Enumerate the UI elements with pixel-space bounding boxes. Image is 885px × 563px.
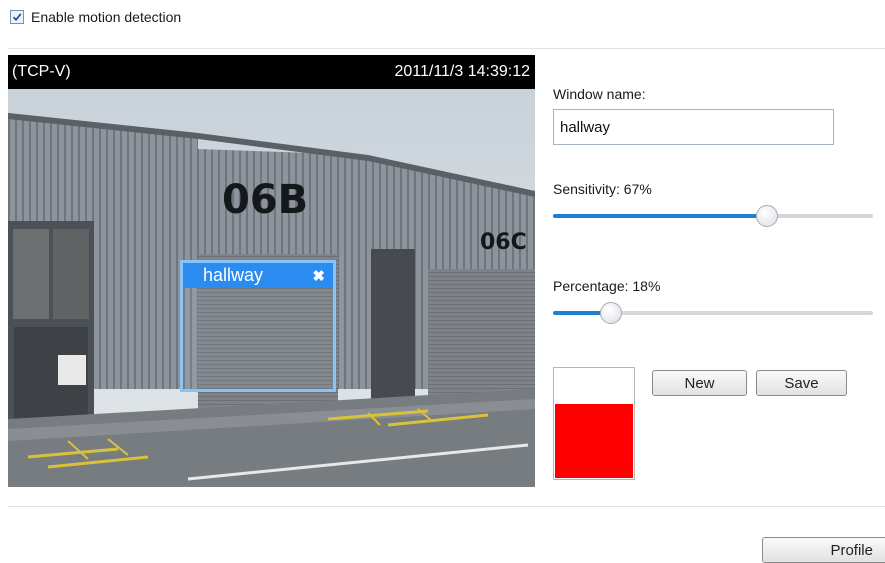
sensitivity-thumb[interactable] [756, 205, 778, 227]
sensitivity-slider[interactable] [553, 205, 873, 227]
new-button[interactable]: New [652, 370, 747, 396]
percentage-slider[interactable] [553, 302, 873, 324]
percentage-thumb[interactable] [600, 302, 622, 324]
svg-text:06C: 06C [480, 230, 527, 255]
motion-window-name: hallway [203, 265, 264, 285]
motion-window-region[interactable]: hallway ✖ [180, 260, 336, 392]
enable-motion-label: Enable motion detection [31, 9, 182, 25]
window-name-label: Window name: [553, 86, 646, 102]
profile-button[interactable]: Profile [762, 537, 885, 563]
window-name-input[interactable] [553, 109, 834, 145]
sensitivity-label: Sensitivity: 67% [553, 181, 652, 197]
motion-window-title-bar[interactable]: hallway ✖ [183, 263, 333, 288]
close-icon[interactable]: ✖ [312, 267, 325, 285]
alert-level-indicator [553, 367, 635, 480]
enable-motion-row: Enable motion detection [10, 9, 181, 25]
save-button[interactable]: Save [756, 370, 847, 396]
svg-text:06B: 06B [222, 177, 308, 223]
sensitivity-fill [553, 214, 767, 218]
checkmark-icon [12, 13, 22, 22]
video-status-bar: (TCP-V) 2011/11/3 14:39:12 [8, 55, 535, 89]
stream-label: (TCP-V) [12, 63, 71, 80]
enable-motion-checkbox[interactable] [10, 10, 24, 24]
video-timestamp: 2011/11/3 14:39:12 [394, 63, 530, 80]
percentage-label: Percentage: 18% [553, 278, 661, 294]
alert-level-fill [555, 404, 633, 478]
